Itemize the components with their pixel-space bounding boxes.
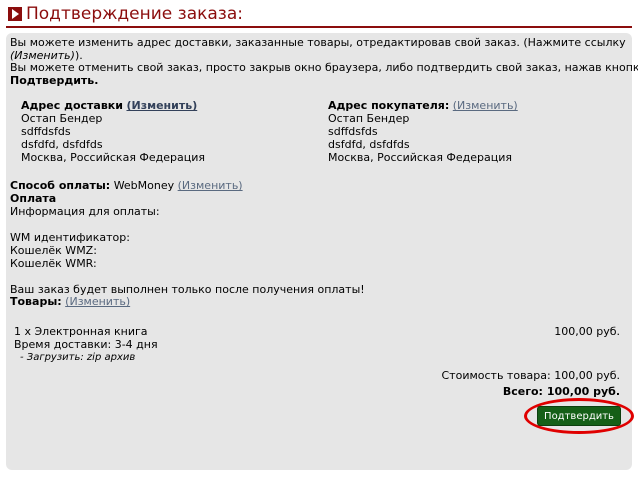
shipping-line: dsfdfd, dsfdfds <box>21 138 103 151</box>
products-label: Товары: <box>10 295 62 308</box>
product-price: 100,00 руб. <box>554 325 620 338</box>
billing-line: Москва, Российская Федерация <box>328 151 513 164</box>
billing-edit-link[interactable]: (Изменить) <box>453 99 518 112</box>
subtotal-label: Стоимость товара: <box>441 369 551 382</box>
subtotal-value: 100,00 руб. <box>554 369 620 382</box>
payment-method-value: WebMoney <box>113 179 175 192</box>
download-option: - Загрузить: zip архив <box>20 352 136 363</box>
wm-id-label: WM идентификатор: <box>10 231 130 244</box>
billing-address-label: Адрес покупателя: <box>328 99 450 112</box>
total-label: Всего: <box>502 385 543 398</box>
payment-method-row: Способ оплаты: WebMoney (Изменить) <box>10 179 243 192</box>
shipping-line: Остап Бендер <box>21 112 103 125</box>
shipping-line: sdffdsfds <box>21 125 71 138</box>
products-edit-link[interactable]: (Изменить) <box>65 295 130 308</box>
shipping-address-label: Адрес доставки <box>21 99 123 112</box>
wmr-label: Кошелёк WMR: <box>10 257 97 270</box>
intro-line-1: Вы можете изменить адрес доставки, заказ… <box>10 36 626 49</box>
intro-line-4: Подтвердить. <box>10 74 99 87</box>
confirm-button[interactable]: Подтвердить <box>537 406 621 426</box>
product-name: 1 x Электронная книга <box>14 325 148 338</box>
payment-method-label: Способ оплаты: <box>10 179 111 192</box>
wmz-label: Кошелёк WMZ: <box>10 244 97 257</box>
delivery-time: Время доставки: 3-4 дня <box>14 338 158 351</box>
shipping-line: Москва, Российская Федерация <box>21 151 206 164</box>
intro-line-3: Вы можете отменить свой заказ, просто за… <box>10 61 638 74</box>
arrow-right-icon <box>8 7 22 21</box>
shipping-address-heading: Адрес доставки (Изменить) <box>21 99 197 112</box>
payment-edit-link[interactable]: (Изменить) <box>178 179 243 192</box>
billing-line: dsfdfd, dsfdfds <box>328 138 410 151</box>
shipping-edit-link[interactable]: (Изменить) <box>126 99 197 112</box>
billing-line: Остап Бендер <box>328 112 410 125</box>
payment-info-label: Информация для оплаты: <box>10 205 160 218</box>
total-row: Всего: 100,00 руб. <box>503 385 620 398</box>
billing-line: sdffdsfds <box>328 125 378 138</box>
payment-section-title: Оплата <box>10 192 57 205</box>
subtotal-row: Стоимость товара: 100,00 руб. <box>442 369 621 382</box>
page-title: Подтверждение заказа: <box>26 4 243 24</box>
page-header: Подтверждение заказа: <box>6 3 632 25</box>
billing-address-heading: Адрес покупателя: (Изменить) <box>328 99 518 112</box>
total-value: 100,00 руб. <box>546 385 620 398</box>
header-divider <box>6 26 632 28</box>
products-heading: Товары: (Изменить) <box>10 295 130 308</box>
